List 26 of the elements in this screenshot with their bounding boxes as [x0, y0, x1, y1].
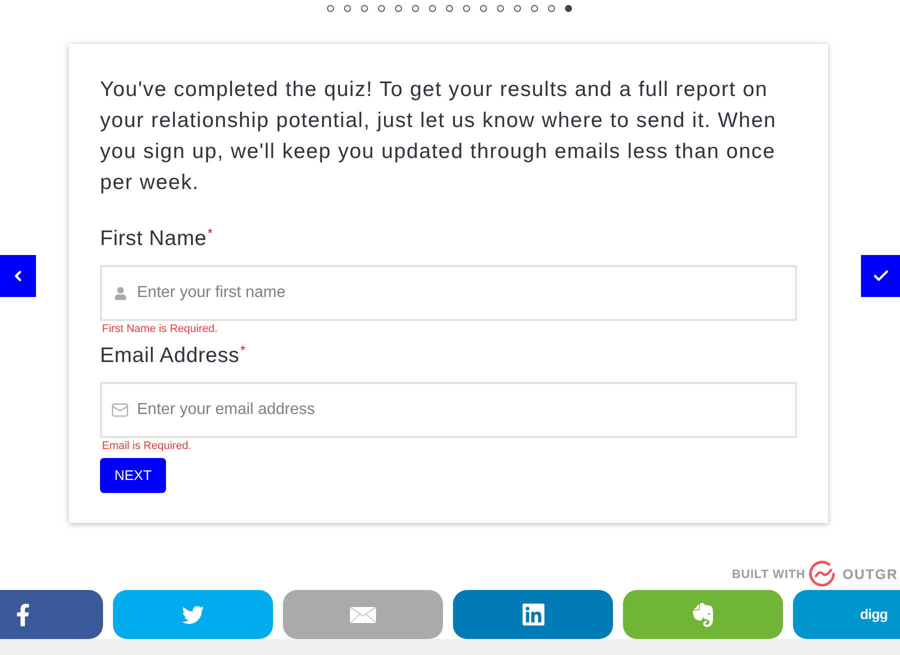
badge-prefix: BUILT WITH — [732, 566, 806, 583]
input-field[interactable]: Enter your first name — [100, 265, 797, 321]
required-mark: * — [240, 344, 246, 356]
input-field[interactable]: Enter your email address — [100, 382, 797, 438]
linkedin-share-button[interactable] — [453, 590, 613, 639]
bird-icon — [180, 604, 206, 626]
intro-paragraph: You've completed the quiz! To get your results and a full report on your relationship potential, just let us know where to send it. When you sign up, we'll keep you updated through emails less than once per week. — [100, 77, 778, 196]
evernote-share-button[interactable] — [623, 590, 783, 639]
submit-button[interactable] — [861, 255, 900, 297]
field-label: First Name — [100, 226, 207, 252]
envelope-icon — [350, 606, 376, 622]
error-message: Email is Required. — [102, 439, 192, 453]
facebook-icon — [16, 602, 30, 626]
envelope-icon — [111, 401, 129, 419]
required-mark: * — [208, 227, 212, 239]
field-label: Email Address — [100, 343, 240, 369]
back-button[interactable] — [0, 255, 36, 297]
person-icon — [114, 286, 126, 300]
facebook-share-button[interactable] — [0, 590, 103, 639]
next-button[interactable]: NEXT — [100, 458, 166, 493]
error-message: First Name is Required. — [102, 322, 219, 336]
linkedin-icon — [520, 602, 546, 627]
swoosh-logo-icon — [808, 560, 836, 588]
elephant-icon — [691, 602, 715, 628]
badge-brand: OUTGR — [842, 564, 898, 584]
twitter-share-button[interactable] — [113, 590, 273, 639]
